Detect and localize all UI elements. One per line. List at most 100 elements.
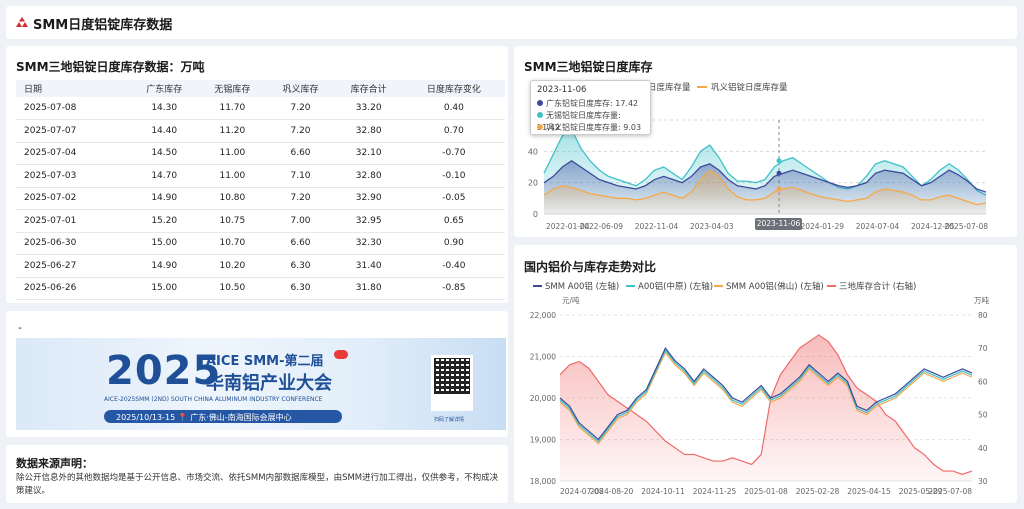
banner-year: 2025 [106,348,222,394]
table-cell: 15.00 [130,277,199,300]
legend-label: 三地库存合计 (右轴) [839,281,916,292]
table-cell: -0.05 [402,187,505,210]
col-total: 库存合计 [334,80,403,97]
table-cell: 14.90 [130,254,199,278]
table-row: 2025-07-01 15.20 10.75 7.00 32.95 0.65 [16,209,505,233]
table-header-row: 日期 广东库存 无锡库存 巩义库存 库存合计 日度库存变化 [16,80,505,97]
table-cell: 2025-07-01 [16,209,131,233]
table-row: 2025-07-04 14.50 11.00 6.60 32.10 -0.70 [16,142,505,165]
smm-logo-icon [16,17,28,27]
table-cell: 6.30 [266,254,335,278]
table-cell: 7.20 [266,187,335,210]
ad-dash: - [18,321,22,334]
table-cell: 0.70 [402,119,505,143]
table-cell: 11.00 [198,164,267,188]
table-row: 2025-06-27 14.90 10.20 6.30 31.40 -0.40 [16,254,505,278]
table-cell: -0.85 [402,277,505,300]
table-cell: 7.00 [266,209,335,233]
table-cell: 2025-07-08 [16,97,131,120]
col-date: 日期 [16,80,131,97]
table-cell: 6.60 [266,232,335,255]
source-body: 除公开信息外的其他数据均是基于公开信息、市场交流、依托SMM内部数据库模型，由S… [16,473,499,496]
table-row: 2025-07-07 14.40 11.20 7.20 32.80 0.70 [16,119,505,143]
x-tick-label: 2025-02-28 [796,487,840,496]
price-inventory-line-chart[interactable]: SMM A00铝 (左轴) A00铝(中原) (左轴) SMM A00铝(佛山) (… [514,245,1017,503]
x-tick-label: 2022-06-09 [579,222,623,231]
tooltip-dot-icon [537,112,543,118]
banner-badge-icon [334,350,348,359]
table-cell: -0.70 [402,142,505,165]
table-cell: -0.10 [402,164,505,188]
tooltip-dot-icon [537,100,543,106]
y-left-tick-label: 19,000 [530,436,556,445]
x-tick-label: 2025-04-15 [847,487,891,496]
table-cell: 15.00 [130,232,199,255]
table-row: 2025-06-26 15.00 10.50 6.30 31.80 -0.85 [16,277,505,300]
page-title: SMM日度铝锭库存数据 [33,18,173,33]
qr-code [431,355,473,411]
y-left-tick-label: 22,000 [530,311,556,320]
table-cell: 11.20 [198,119,267,143]
x-tick-label: 2025-01-08 [744,487,788,496]
x-tick-label: 2025-07-08 [928,487,972,496]
tooltip-row-wuxi: 无锡铝锭日度库存量: 21.42 [537,110,644,132]
legend-label: A00铝(中原) (左轴) [638,281,713,292]
table-cell: 2025-07-04 [16,142,131,165]
table-cell: 2025-07-03 [16,164,131,188]
right-axis-unit: 万吨 [974,295,989,305]
chart1-tooltip: 2023-11-06 广东铝锭日度库存: 17.42 无锡铝锭日度库存量: 21… [530,80,651,135]
qr-caption: 扫码了解详情 [434,417,465,423]
tooltip-row-gongyi: 巩义铝锭日度库存量: 9.03 [537,122,644,134]
table-cell: 6.30 [266,277,335,300]
table-cell: 7.10 [266,164,335,188]
banner-line2: 华南铝产业大会 [206,373,332,394]
table-row: 2025-06-30 15.00 10.70 6.60 32.30 0.90 [16,232,505,255]
table-cell: 0.90 [402,232,505,255]
tooltip-row-label: 巩义铝锭日度库存量: 9.03 [546,123,642,132]
table-cell: 15.20 [130,209,199,233]
table-cell: 32.80 [334,164,403,188]
inventory-chart-panel: SMM三地铝锭日度库存 广东铝锭日度库存量 巩义铝锭日度库存量 0 20 40 2022-… [514,46,1017,237]
table-cell: 32.10 [334,142,403,165]
tooltip-dot-icon [537,124,543,130]
y-tick-label: 40 [528,147,538,156]
pointer-dot [776,158,782,164]
col-daily-change: 日度库存变化 [402,80,505,97]
ad-panel: - 2025 AICE SMM-第二届 华南铝产业大会 AICE-2025SMM… [6,311,508,437]
banner-line4: 2025/10/13-15 📍 广东·佛山-南海国际会展中心 [116,413,292,422]
tooltip-row-guangdong: 广东铝锭日度库存: 17.42 [537,98,644,110]
tooltip-row-label: 广东铝锭日度库存: 17.42 [546,99,639,108]
col-guangdong: 广东库存 [130,80,199,97]
table-row: 2025-07-08 14.30 11.70 7.20 33.20 0.40 [16,97,505,120]
x-tick-label: 2023-04-03 [690,222,734,231]
table-cell: 32.95 [334,209,403,233]
legend-label: SMM A00铝 (左轴) [545,281,619,292]
y-left-tick-label: 18,000 [530,477,556,486]
table-cell: 32.90 [334,187,403,210]
table-cell: 14.70 [130,164,199,188]
pointer-dot [776,186,782,192]
table-cell: 2025-07-02 [16,187,131,210]
y-tick-label: 20 [528,179,538,188]
x-tick-label: 2022-11-04 [635,222,679,231]
legend-label: 巩义铝锭日度库存量 [711,82,788,93]
inventory-area-chart[interactable]: 广东铝锭日度库存量 巩义铝锭日度库存量020402022-01-042022-06… [514,46,1017,237]
table-row: 2025-07-03 14.70 11.00 7.10 32.80 -0.10 [16,164,505,188]
conference-banner[interactable]: 2025 AICE SMM-第二届 华南铝产业大会 AICE-2025SMM (… [16,338,506,430]
table-cell: 14.30 [130,97,199,120]
table-cell: 31.80 [334,277,403,300]
table-cell: 10.75 [198,209,267,233]
tooltip-date: 2023-11-06 [537,85,587,95]
table-cell: 33.20 [334,97,403,120]
axis-pointer-label: 2023-11-06 [755,218,802,230]
table-cell: 11.70 [198,97,267,120]
table-cell: 0.65 [402,209,505,233]
table-cell: 2025-06-26 [16,277,131,300]
table-cell: 2025-06-30 [16,232,131,255]
table-cell: 14.90 [130,187,199,210]
table-cell: 7.20 [266,119,335,143]
table-cell: 11.00 [198,142,267,165]
y-right-tick-label: 60 [978,377,988,386]
y-right-tick-label: 30 [978,477,988,486]
banner-line1: AICE SMM-第二届 [206,354,324,369]
